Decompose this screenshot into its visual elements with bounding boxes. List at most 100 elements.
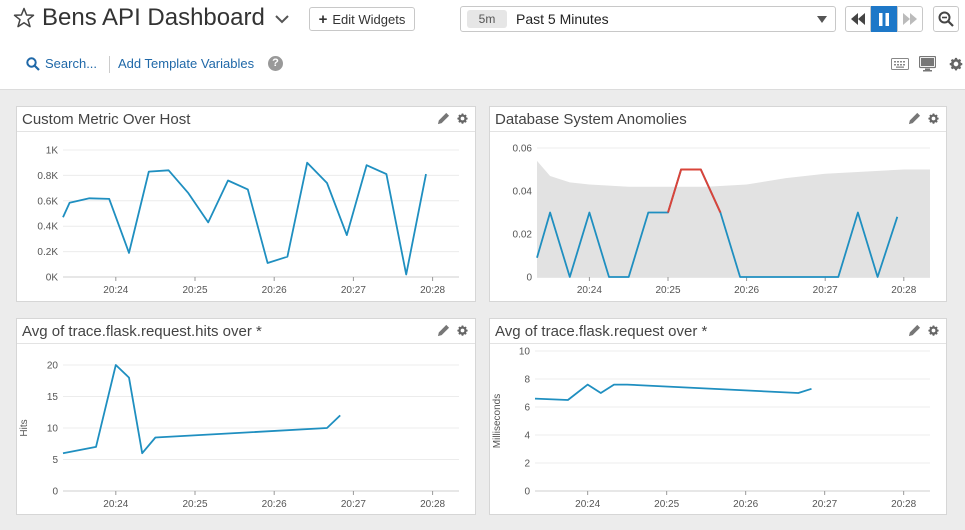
y-tick-label: 10 [519, 347, 531, 358]
x-tick-label: 20:28 [891, 285, 916, 296]
time-range-label: Past 5 Minutes [516, 11, 609, 27]
gear-icon[interactable] [456, 112, 469, 125]
help-icon[interactable]: ? [268, 56, 283, 71]
widget-request-latency[interactable]: Avg of trace.flask.request over * 0 2 4 6 8 1… [489, 318, 947, 515]
y-tick-label: 0K [46, 273, 59, 284]
y-tick-label: 0.6K [37, 196, 58, 207]
y-tick-label: 6 [524, 403, 530, 414]
widget-request-hits[interactable]: Avg of trace.flask.request.hits over * 0… [16, 318, 476, 515]
gear-icon[interactable] [927, 112, 940, 125]
dashboard-title: Bens API Dashboard [42, 4, 265, 31]
y-tick-label: 0.06 [513, 144, 533, 155]
widget-header: Avg of trace.flask.request.hits over * [17, 319, 475, 344]
y-tick-label: 0 [524, 487, 530, 498]
keyboard-icon[interactable] [891, 58, 909, 70]
x-tick-label: 20:26 [262, 499, 287, 510]
x-tick-label: 20:26 [734, 285, 759, 296]
x-tick-label: 20:27 [812, 499, 837, 510]
y-tick-label: 0 [526, 273, 532, 284]
widget-title: Avg of trace.flask.request.hits over * [22, 323, 262, 340]
search-icon [26, 56, 40, 71]
y-tick-label: 8 [524, 375, 530, 386]
widget-header: Database System Anomolies [490, 107, 946, 132]
widget-title: Database System Anomolies [495, 111, 687, 128]
pencil-icon[interactable] [437, 324, 450, 337]
x-tick-label: 20:28 [420, 499, 445, 510]
gear-icon[interactable] [456, 324, 469, 337]
star-icon[interactable] [12, 6, 36, 30]
chevron-down-icon[interactable] [272, 9, 292, 29]
rewind-icon [851, 13, 865, 25]
fast-forward-button[interactable] [897, 6, 923, 32]
anomaly-band [537, 160, 930, 277]
x-tick-label: 20:25 [182, 499, 207, 510]
gear-icon[interactable] [927, 324, 940, 337]
y-axis-label: Hits [19, 419, 30, 436]
x-tick-label: 20:24 [103, 285, 128, 296]
chart-request-latency: 0 2 4 6 8 10 20:24 20:25 20:26 20:27 20:28 Millisec… [492, 347, 930, 510]
x-tick-label: 20:28 [891, 499, 916, 510]
x-tick-label: 20:27 [341, 285, 366, 296]
y-tick-label: 0.4K [37, 222, 58, 233]
divider [109, 56, 110, 73]
time-range-abbr: 5m [467, 10, 507, 28]
y-tick-label: 2 [524, 459, 530, 470]
plus-icon: + [318, 10, 328, 28]
x-tick-label: 20:24 [575, 499, 600, 510]
series-line [62, 161, 427, 276]
search-link[interactable]: Search... [26, 56, 97, 71]
zoom-out-icon [938, 11, 954, 27]
y-tick-label: 0 [52, 487, 58, 498]
x-tick-label: 20:27 [813, 285, 838, 296]
x-tick-label: 20:26 [733, 499, 758, 510]
y-tick-label: 10 [47, 424, 59, 435]
pause-button[interactable] [871, 6, 897, 32]
fast-forward-icon [903, 13, 917, 25]
x-tick-label: 20:25 [654, 499, 679, 510]
y-tick-label: 4 [524, 431, 530, 442]
time-range-select[interactable]: 5m Past 5 Minutes [460, 6, 836, 32]
series-line [62, 364, 341, 455]
search-label: Search... [45, 56, 98, 71]
pencil-icon[interactable] [908, 112, 921, 125]
x-tick-label: 20:26 [262, 285, 287, 296]
caret-down-icon [817, 16, 827, 23]
y-tick-label: 1K [46, 146, 59, 157]
tv-icon[interactable] [919, 56, 936, 72]
widget-header: Custom Metric Over Host [17, 107, 475, 132]
chart-request-hits: 0 5 10 15 20 20:24 20:25 20:26 20:27 20:28 Hits [19, 361, 459, 510]
y-axis-label: Milliseconds [492, 394, 503, 448]
x-tick-label: 20:24 [103, 499, 128, 510]
x-tick-label: 20:25 [182, 285, 207, 296]
zoom-out-button[interactable] [933, 6, 959, 32]
sub-bar: Search... Add Template Variables ? [0, 50, 965, 78]
y-tick-label: 0.8K [37, 171, 58, 182]
widget-custom-metric[interactable]: Custom Metric Over Host 0K 0.2K 0.4K 0.6K 0.… [16, 106, 476, 302]
y-tick-label: 5 [52, 455, 58, 466]
x-tick-label: 20:27 [341, 499, 366, 510]
y-tick-label: 15 [47, 392, 59, 403]
edit-widgets-label: Edit Widgets [332, 11, 406, 27]
chart-database-anomalies: 0 0.02 0.04 0.06 20:24 20:25 20:26 20:27 20:28 [513, 144, 930, 296]
widget-title: Avg of trace.flask.request over * [495, 323, 708, 340]
series-line [534, 383, 812, 401]
add-template-variables-link[interactable]: Add Template Variables [118, 56, 254, 71]
pause-icon [879, 12, 889, 26]
y-tick-label: 20 [47, 361, 59, 372]
x-tick-label: 20:28 [420, 285, 445, 296]
y-tick-label: 0.04 [513, 187, 533, 198]
widget-title: Custom Metric Over Host [22, 111, 191, 128]
y-tick-label: 0.2K [37, 247, 58, 258]
pencil-icon[interactable] [437, 112, 450, 125]
y-tick-label: 0.02 [513, 230, 533, 241]
chart-custom-metric: 0K 0.2K 0.4K 0.6K 0.8K 1K 20:24 20:25 20:26 20:27… [37, 146, 459, 296]
edit-widgets-button[interactable]: + Edit Widgets [309, 7, 415, 31]
rewind-button[interactable] [845, 6, 871, 32]
x-tick-label: 20:24 [577, 285, 602, 296]
widget-header: Avg of trace.flask.request over * [490, 319, 946, 344]
x-tick-label: 20:25 [655, 285, 680, 296]
pencil-icon[interactable] [908, 324, 921, 337]
widget-database-anomalies[interactable]: Database System Anomolies 0 0.02 0.04 0.06 2… [489, 106, 947, 302]
top-bar: Bens API Dashboard + Edit Widgets 5m Pas… [0, 0, 965, 38]
gear-icon[interactable] [948, 56, 964, 72]
